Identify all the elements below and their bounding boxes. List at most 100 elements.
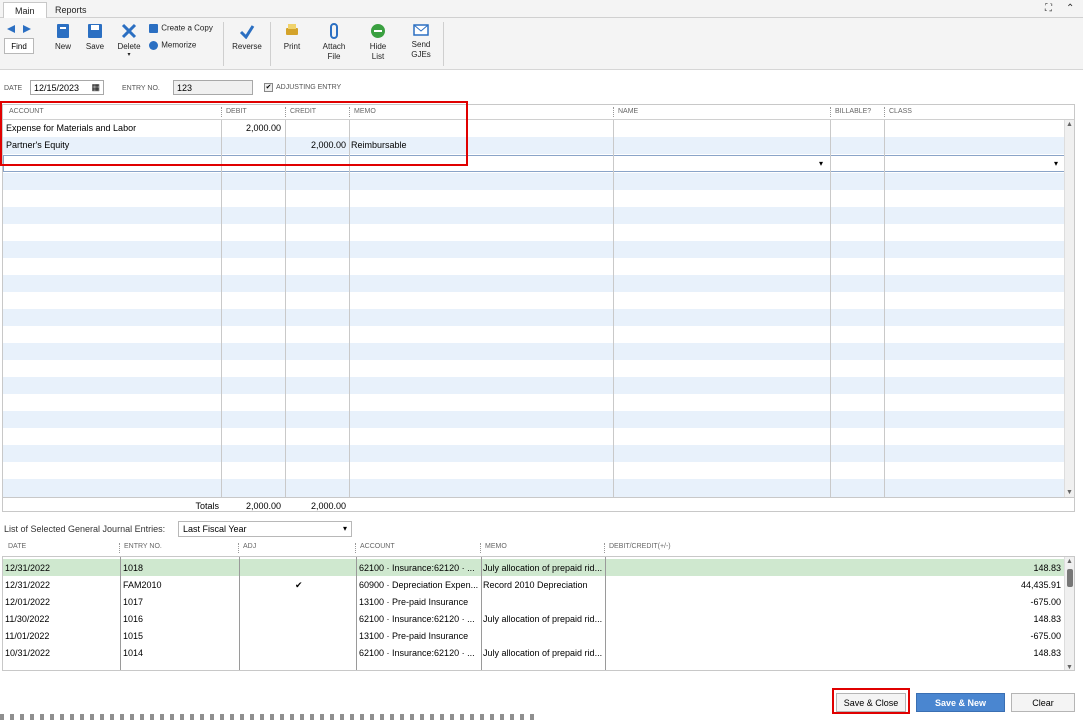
entry-no-field[interactable]: 123 bbox=[173, 80, 253, 95]
list-filter-dropdown[interactable]: Last Fiscal Year ▾ bbox=[178, 521, 352, 537]
entry-no-label: ENTRY NO. bbox=[122, 85, 160, 92]
tab-reports[interactable]: Reports bbox=[44, 2, 98, 18]
table-row[interactable] bbox=[3, 173, 1065, 190]
new-button[interactable]: New bbox=[52, 23, 74, 52]
save-disk-icon bbox=[88, 24, 102, 38]
list-row[interactable]: 12/01/2022 1017 13100 · Pre-paid Insuran… bbox=[3, 593, 1065, 610]
list-col-memo[interactable]: MEMO bbox=[485, 543, 507, 550]
envelope-icon bbox=[413, 24, 429, 36]
col-name[interactable]: NAME bbox=[618, 108, 638, 115]
table-row[interactable] bbox=[3, 241, 1065, 258]
table-row[interactable] bbox=[3, 479, 1065, 497]
list-row[interactable]: 10/31/2022 1014 62100 · Insurance:62120 … bbox=[3, 644, 1065, 661]
table-row[interactable] bbox=[3, 411, 1065, 428]
save-button[interactable]: Save bbox=[84, 23, 106, 52]
list-cell-date: 10/31/2022 bbox=[5, 648, 51, 658]
highlight-box bbox=[832, 688, 910, 714]
list-cell-account: 13100 · Pre-paid Insurance bbox=[359, 597, 469, 607]
highlight-box bbox=[0, 101, 468, 166]
reverse-button[interactable]: Reverse bbox=[230, 23, 264, 52]
table-row[interactable] bbox=[3, 445, 1065, 462]
memorize-icon bbox=[149, 41, 158, 50]
scroll-down-icon[interactable]: ▼ bbox=[1066, 489, 1073, 496]
table-row[interactable] bbox=[3, 292, 1065, 309]
create-copy-button[interactable]: Create a Copy bbox=[148, 23, 218, 34]
grid-scrollbar[interactable]: ▲ ▼ bbox=[1064, 120, 1074, 497]
list-cell-memo: July allocation of prepaid rid... bbox=[483, 614, 603, 624]
table-row[interactable] bbox=[3, 343, 1065, 360]
next-arrow-icon[interactable] bbox=[22, 24, 32, 36]
table-row[interactable] bbox=[3, 309, 1065, 326]
printer-icon bbox=[286, 24, 298, 35]
scroll-thumb[interactable] bbox=[1067, 569, 1073, 587]
scroll-up-icon[interactable]: ▲ bbox=[1066, 121, 1073, 128]
reverse-label: Reverse bbox=[232, 42, 262, 51]
list-row[interactable]: 12/31/2022 1018 62100 · Insurance:62120 … bbox=[3, 559, 1065, 576]
table-row[interactable] bbox=[3, 207, 1065, 224]
find-button[interactable]: Find bbox=[4, 38, 34, 54]
date-field[interactable]: 12/15/2023 ▦ bbox=[30, 80, 104, 95]
list-col-amount[interactable]: DEBIT/CREDIT(+/-) bbox=[609, 543, 671, 550]
expand-icon[interactable]: ⛶ bbox=[1045, 3, 1052, 14]
journal-entries-list: 12/31/2022 1018 62100 · Insurance:62120 … bbox=[2, 556, 1075, 671]
attach-file-button[interactable]: Attach File bbox=[318, 23, 350, 62]
copy-icon bbox=[149, 24, 158, 33]
list-cell-entry: 1016 bbox=[123, 614, 144, 624]
table-row[interactable] bbox=[3, 360, 1065, 377]
list-cell-entry: 1018 bbox=[123, 563, 144, 573]
list-cell-amount: 44,435.91 bbox=[1020, 580, 1061, 590]
table-row[interactable] bbox=[3, 377, 1065, 394]
list-cell-memo: July allocation of prepaid rid... bbox=[483, 648, 603, 658]
print-button[interactable]: Print bbox=[280, 23, 304, 52]
paperclip-icon bbox=[330, 23, 338, 39]
list-cell-date: 12/01/2022 bbox=[5, 597, 51, 607]
list-cell-amount: -675.00 bbox=[1030, 631, 1061, 641]
prev-arrow-icon[interactable] bbox=[6, 24, 16, 36]
adjusting-entry-checkbox[interactable]: ✔ bbox=[264, 83, 273, 92]
adjusting-entry-label: ADJUSTING ENTRY bbox=[276, 84, 342, 91]
list-row[interactable]: 11/30/2022 1016 62100 · Insurance:62120 … bbox=[3, 610, 1065, 627]
scroll-up-icon[interactable]: ▲ bbox=[1066, 558, 1073, 565]
chevron-down-icon[interactable]: ▾ bbox=[343, 524, 347, 533]
list-row[interactable]: 11/01/2022 1015 13100 · Pre-paid Insuran… bbox=[3, 627, 1065, 644]
toolbar-divider bbox=[223, 22, 224, 66]
table-row[interactable] bbox=[3, 326, 1065, 343]
list-cell-adj: ✔ bbox=[295, 580, 303, 590]
memorize-button[interactable]: Memorize bbox=[148, 40, 218, 51]
save-new-button[interactable]: Save & New bbox=[916, 693, 1005, 712]
send-gjes-label: Send GJEs bbox=[411, 40, 431, 59]
list-cell-memo: Record 2010 Depreciation bbox=[483, 580, 588, 590]
table-row[interactable] bbox=[3, 462, 1065, 479]
name-dropdown-icon[interactable]: ▾ bbox=[819, 159, 823, 168]
delete-button[interactable]: Delete ▾ bbox=[116, 23, 142, 58]
col-class[interactable]: CLASS bbox=[889, 108, 912, 115]
list-label: List of Selected General Journal Entries… bbox=[4, 524, 166, 534]
collapse-icon[interactable]: ⌃ bbox=[1066, 3, 1074, 14]
table-row[interactable] bbox=[3, 224, 1065, 241]
class-dropdown-icon[interactable]: ▾ bbox=[1054, 159, 1058, 168]
list-col-adj[interactable]: ADJ bbox=[243, 543, 256, 550]
list-col-account[interactable]: ACCOUNT bbox=[360, 543, 395, 550]
toolbar-divider bbox=[443, 22, 444, 66]
list-scrollbar[interactable]: ▲ ▼ bbox=[1064, 557, 1074, 670]
col-billable[interactable]: BILLABLE? bbox=[835, 108, 871, 115]
list-col-date[interactable]: DATE bbox=[8, 543, 26, 550]
list-cell-memo: July allocation of prepaid rid... bbox=[483, 563, 603, 573]
table-row[interactable] bbox=[3, 428, 1065, 445]
list-col-entry[interactable]: ENTRY NO. bbox=[124, 543, 162, 550]
hide-list-button[interactable]: Hide List bbox=[364, 23, 392, 62]
send-gjes-button[interactable]: Send GJEs bbox=[406, 23, 436, 60]
table-row[interactable] bbox=[3, 258, 1065, 275]
list-cell-account: 60900 · Depreciation Expen... bbox=[359, 580, 479, 590]
table-row[interactable] bbox=[3, 394, 1065, 411]
list-cell-amount: 148.83 bbox=[1033, 614, 1061, 624]
calendar-icon[interactable]: ▦ bbox=[91, 82, 100, 93]
scroll-down-icon[interactable]: ▼ bbox=[1066, 664, 1073, 670]
clear-button[interactable]: Clear bbox=[1011, 693, 1075, 712]
tab-main[interactable]: Main bbox=[3, 2, 47, 18]
list-cell-account: 62100 · Insurance:62120 · ... bbox=[359, 614, 475, 624]
table-row[interactable] bbox=[3, 275, 1065, 292]
list-cell-entry: 1015 bbox=[123, 631, 144, 641]
list-row[interactable]: 12/31/2022 FAM2010 ✔ 60900 · Depreciatio… bbox=[3, 576, 1065, 593]
table-row[interactable] bbox=[3, 190, 1065, 207]
